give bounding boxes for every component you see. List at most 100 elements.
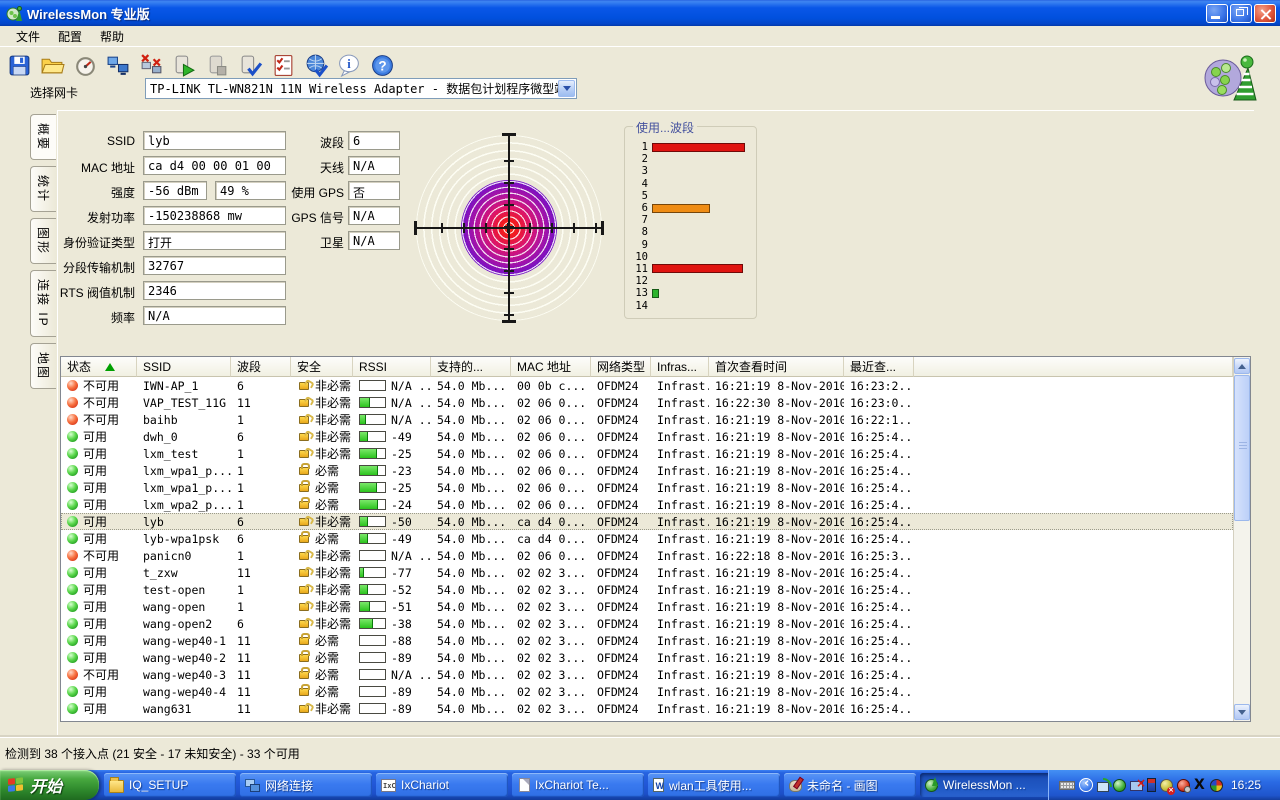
channel-cell: 11: [231, 683, 291, 700]
channel-cell: 11: [231, 564, 291, 581]
scroll-up-button[interactable]: [1234, 358, 1250, 374]
rates-cell: 54.0 Mb...: [431, 598, 511, 615]
column-header-7[interactable]: MAC 地址: [511, 357, 591, 377]
locked-icon: [299, 535, 309, 543]
column-header-10[interactable]: 首次查看时间: [709, 357, 844, 377]
table-row[interactable]: 不可用panicn01非必需N/A ...54.0 Mb...02 06 0..…: [61, 547, 1233, 564]
collapse-chevron-icon[interactable]: [1079, 778, 1093, 792]
column-header-3[interactable]: 波段: [231, 357, 291, 377]
unlocked-icon: [299, 399, 309, 407]
battery-icon[interactable]: [1147, 778, 1156, 792]
table-row[interactable]: 不可用baihb1非必需N/A ...54.0 Mb...02 06 0...O…: [61, 411, 1233, 428]
last-seen-cell: 16:25:4...: [844, 683, 914, 700]
connect-network-button[interactable]: [103, 50, 133, 80]
rates-cell: 54.0 Mb...: [431, 649, 511, 666]
shield-icon[interactable]: [1210, 779, 1223, 792]
taskbar-button-IxChariot[interactable]: IxChariot: [376, 773, 508, 797]
mac-cell: 02 02 3...: [511, 700, 591, 717]
vertical-scrollbar[interactable]: [1233, 357, 1250, 721]
ixchariot-icon: [381, 779, 396, 792]
gauge-button[interactable]: [70, 50, 100, 80]
adapter-combobox[interactable]: TP-LINK TL-WN821N 11N Wireless Adapter -…: [145, 78, 577, 99]
table-row[interactable]: 可用wang63111非必需-8954.0 Mb...02 02 3...OFD…: [61, 700, 1233, 717]
column-header-6[interactable]: 支持的...: [431, 357, 511, 377]
field-value: 2346: [143, 281, 286, 300]
table-row[interactable]: 可用lxm_wpa1_p...1必需-2554.0 Mb...02 06 0..…: [61, 479, 1233, 496]
table-row[interactable]: 不可用VAP_TEST_11G11非必需N/A ...54.0 Mb...02 …: [61, 394, 1233, 411]
infrastructure-cell: Infrast...: [651, 530, 709, 547]
help-button[interactable]: ?: [367, 50, 397, 80]
status-error-icon[interactable]: [1177, 779, 1190, 792]
start-log-button[interactable]: [169, 50, 199, 80]
column-header-4[interactable]: 安全: [291, 357, 353, 377]
table-row[interactable]: 不可用wang-wep40-311必需N/A ...54.0 Mb...02 0…: [61, 666, 1233, 683]
taskbar-button-wlan工具使用...[interactable]: wlan工具使用...: [648, 773, 780, 797]
tab-地图[interactable]: 地图: [30, 343, 56, 389]
table-row[interactable]: 不可用IWN-AP_16非必需N/A ...54.0 Mb...00 0b c.…: [61, 377, 1233, 394]
menu-item-配置[interactable]: 配置: [50, 26, 90, 47]
table-row[interactable]: 可用lxm_wpa1_p...1必需-2354.0 Mb...02 06 0..…: [61, 462, 1233, 479]
security-text: 必需: [315, 683, 339, 700]
table-row[interactable]: 可用test-open1非必需-5254.0 Mb...02 02 3...OF…: [61, 581, 1233, 598]
scroll-down-button[interactable]: [1234, 704, 1250, 720]
log-check-button[interactable]: [235, 50, 265, 80]
ssid-cell: wang-wep40-3: [137, 666, 231, 683]
table-row[interactable]: 可用lxm_wpa2_p...1必需-2454.0 Mb...02 06 0..…: [61, 496, 1233, 513]
column-header-2[interactable]: SSID: [137, 357, 231, 377]
wirelessmon-tray-icon[interactable]: [1113, 779, 1126, 792]
infrastructure-cell: Infrast...: [651, 564, 709, 581]
column-header-8[interactable]: 网络类型: [591, 357, 651, 377]
restore-button[interactable]: [1230, 4, 1252, 23]
table-row[interactable]: 可用lxm_test1非必需-2554.0 Mb...02 06 0...OFD…: [61, 445, 1233, 462]
column-header-9[interactable]: Infras...: [651, 357, 709, 377]
status-text: 可用: [83, 479, 107, 496]
table-row[interactable]: 可用wang-wep40-111必需-8854.0 Mb...02 02 3..…: [61, 632, 1233, 649]
rssi-value: -89: [391, 685, 412, 699]
status-text: 可用: [83, 615, 107, 632]
keyboard-icon[interactable]: [1059, 781, 1075, 790]
menu-item-帮助[interactable]: 帮助: [92, 26, 132, 47]
taskbar-button-网络连接[interactable]: 网络连接: [240, 773, 372, 797]
security-text: 非必需: [315, 615, 351, 632]
minimize-button[interactable]: [1206, 4, 1228, 23]
table-row[interactable]: 可用wang-wep40-411必需-8954.0 Mb...02 02 3..…: [61, 683, 1233, 700]
security-text: 非必需: [315, 445, 351, 462]
scrollbar-thumb[interactable]: [1234, 375, 1250, 521]
taskbar-button-未命名 - 画图[interactable]: 未命名 - 画图: [784, 773, 916, 797]
table-row[interactable]: 可用lyb-wpa1psk6必需-4954.0 Mb...ca d4 0...O…: [61, 530, 1233, 547]
tab-label: 地图: [35, 352, 52, 380]
scan-disabled-icon[interactable]: [1160, 779, 1173, 792]
checklist-button[interactable]: [268, 50, 298, 80]
table-row[interactable]: 可用dwh_06非必需-4954.0 Mb...02 06 0...OFDM24…: [61, 428, 1233, 445]
close-button[interactable]: [1254, 4, 1276, 23]
last-seen-cell: 16:25:4...: [844, 428, 914, 445]
network-error-icon[interactable]: [1130, 781, 1143, 791]
taskbar-button-IxChariot Te...[interactable]: IxChariot Te...: [512, 773, 644, 797]
stop-log-button[interactable]: [202, 50, 232, 80]
menu-item-文件[interactable]: 文件: [8, 26, 48, 47]
channel-cell: 1: [231, 479, 291, 496]
chevron-down-icon[interactable]: [558, 80, 575, 97]
web-globe-button[interactable]: [301, 50, 331, 80]
title-bar[interactable]: WirelessMon 专业版: [0, 0, 1280, 26]
table-row[interactable]: 可用wang-wep40-211必需-8954.0 Mb...02 02 3..…: [61, 649, 1233, 666]
about-info-button[interactable]: i: [334, 50, 364, 80]
column-header-1[interactable]: 状态: [61, 357, 137, 377]
column-header-11[interactable]: 最近查...: [844, 357, 914, 377]
open-folder-button[interactable]: [37, 50, 67, 80]
column-header-5[interactable]: RSSI: [353, 357, 431, 377]
table-row[interactable]: 可用wang-open1非必需-5154.0 Mb...02 02 3...OF…: [61, 598, 1233, 615]
last-seen-cell: 16:25:4...: [844, 479, 914, 496]
save-button[interactable]: [4, 50, 34, 80]
disconnect-network-button[interactable]: [136, 50, 166, 80]
field-value: N/A: [348, 156, 400, 175]
wireless-signal-icon[interactable]: [1097, 782, 1109, 792]
taskbar-button-WirelessMon ...[interactable]: WirelessMon ...: [920, 773, 1052, 797]
locked-icon: [299, 484, 309, 492]
start-button[interactable]: 开始: [0, 770, 99, 800]
table-row[interactable]: 可用wang-open26非必需-3854.0 Mb...02 02 3...O…: [61, 615, 1233, 632]
close-x-icon[interactable]: [1194, 778, 1206, 793]
table-row[interactable]: 可用t_zxw11非必需-7754.0 Mb...02 02 3...OFDM2…: [61, 564, 1233, 581]
table-row[interactable]: 可用lyb6非必需-5054.0 Mb...ca d4 0...OFDM24In…: [61, 513, 1233, 530]
taskbar-button-IQ_SETUP[interactable]: IQ_SETUP: [104, 773, 236, 797]
